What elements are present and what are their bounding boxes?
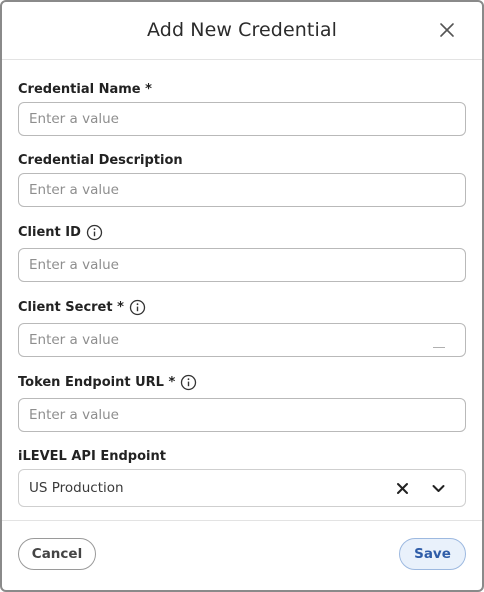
- client-secret-input[interactable]: [18, 323, 466, 357]
- client-secret-field: Client Secret *: [18, 298, 466, 357]
- chevron-down-icon[interactable]: [432, 484, 445, 493]
- close-icon[interactable]: [438, 21, 456, 39]
- token-endpoint-url-input[interactable]: [18, 398, 466, 432]
- api-endpoint-select[interactable]: US Production: [18, 469, 466, 507]
- info-icon[interactable]: [86, 224, 103, 241]
- client-id-input[interactable]: [18, 248, 466, 282]
- credential-name-label: Credential Name *: [18, 81, 152, 97]
- add-credential-dialog: Add New Credential Credential Name * Cre…: [0, 0, 484, 592]
- api-endpoint-selected-value: US Production: [29, 480, 124, 496]
- client-id-label: Client ID: [18, 224, 81, 240]
- dialog-title: Add New Credential: [147, 19, 337, 41]
- credential-name-input[interactable]: [18, 102, 466, 136]
- client-secret-label: Client Secret *: [18, 299, 124, 315]
- credential-description-label: Credential Description: [18, 152, 183, 168]
- client-id-field: Client ID: [18, 223, 466, 282]
- info-icon[interactable]: [129, 299, 146, 316]
- credential-description-input[interactable]: [18, 173, 466, 207]
- token-endpoint-url-field: Token Endpoint URL *: [18, 373, 466, 432]
- token-endpoint-url-label: Token Endpoint URL *: [18, 374, 176, 390]
- credential-name-field: Credential Name *: [18, 80, 466, 136]
- save-button[interactable]: Save: [399, 538, 466, 570]
- cancel-button[interactable]: Cancel: [18, 538, 96, 570]
- clear-icon[interactable]: [396, 482, 409, 495]
- dialog-body: Credential Name * Credential Description…: [2, 61, 482, 523]
- credential-description-field: Credential Description: [18, 151, 466, 207]
- dialog-footer: Cancel Save: [2, 520, 482, 590]
- dialog-header: Add New Credential: [2, 2, 482, 60]
- info-icon[interactable]: [180, 374, 197, 391]
- api-endpoint-label: iLEVEL API Endpoint: [18, 448, 166, 464]
- api-endpoint-field: iLEVEL API Endpoint US Production: [18, 447, 466, 507]
- password-reveal-icon[interactable]: [433, 347, 445, 348]
